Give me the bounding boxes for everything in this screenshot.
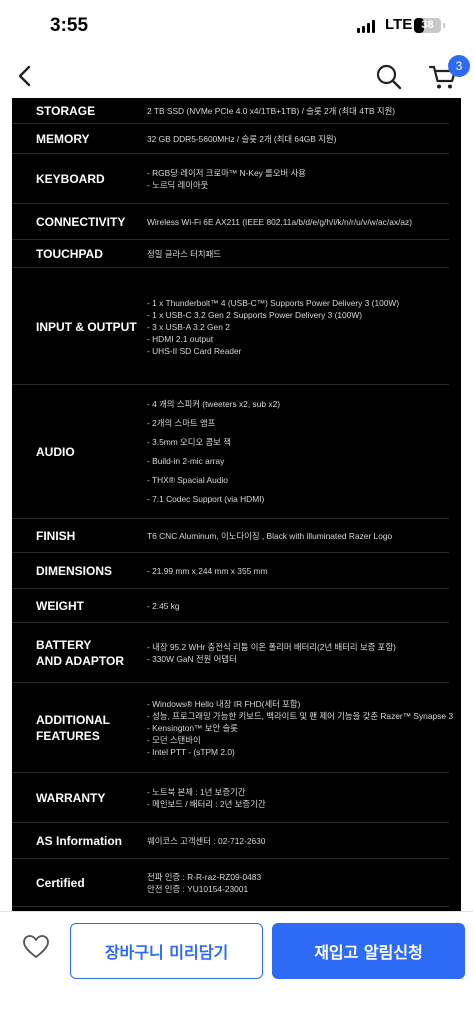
spec-values: - RGB당 레이저 크로마™ N-Key 롤오버 사용 - 노르딕 레이아웃: [147, 167, 447, 191]
spec-value: - 1 x USB-C 3.2 Gen 2 Supports Power Del…: [147, 310, 363, 320]
spec-value: Wireless Wi-Fi 6E AX211 (IEEE 802.11a/b/…: [147, 217, 413, 227]
spec-values: T6 CNC Aluminum, 이노다이징 , Black with illu…: [147, 530, 447, 542]
search-button[interactable]: [374, 62, 404, 92]
spec-value: - 내장 95.2 WHr 충전식 리튬 이온 폴리머 배터리(2년 배터리 보…: [147, 642, 396, 652]
spec-row: FINISH T6 CNC Aluminum, 이노다이징 , Black wit…: [12, 519, 449, 553]
spec-value: - 모던 스탠바이: [147, 735, 201, 745]
spec-row: WARRANTY - 노트북 본체 : 1년 보증기간 - 메인보드 / 배터리 :…: [12, 773, 449, 823]
status-time: 3:55: [50, 15, 89, 36]
spec-sheet: STORAGE 2 TB SSD (NVMe PCIe 4.0 x4/1TB+1T…: [12, 98, 461, 911]
spec-value: 전파 인증 : R-R-raz-RZ09-0483: [147, 872, 262, 882]
spec-row: INPUT & OUTPUT - 1 x Thunderbolt™ 4 (USB-…: [12, 268, 449, 385]
spec-value: - Kensington™ 보안 슬롯: [147, 723, 238, 733]
spec-value: - 3 x USB-A 3.2 Gen 2: [147, 322, 230, 332]
spec-value: - UHS-II SD Card Reader: [147, 346, 242, 356]
spec-value: - 성능, 프로그래밍 가능한 키보드, 백라이트 및 팬 제어 기능을 갖춘 …: [147, 711, 453, 721]
spec-values: - 4 개의 스피커 (tweeters x2, sub x2) - 2개의 스마…: [147, 395, 447, 509]
signal-icon: [357, 20, 375, 33]
spec-values: 32 GB DDR5-5600MHz / 슬롯 2개 (최대 64GB 지원): [147, 133, 447, 145]
spec-values: Wireless Wi-Fi 6E AX211 (IEEE 802.11a/b/…: [147, 216, 447, 228]
spec-row: STORAGE 2 TB SSD (NVMe PCIe 4.0 x4/1TB+1T…: [12, 98, 449, 124]
spec-values: 정밀 글라스 터치패드: [147, 248, 447, 260]
spec-value: - 메인보드 / 배터리 : 2년 보증기간: [147, 799, 266, 809]
spec-value: - 7.1 Codec Support (via HDMI): [147, 494, 265, 504]
spec-value: - 4 개의 스피커 (tweeters x2, sub x2): [147, 399, 281, 409]
spec-values: 웨이코스 고객센터 : 02-712-2630: [147, 835, 447, 847]
heart-icon: [23, 935, 49, 958]
spec-label: WEIGHT: [36, 599, 84, 613]
back-button[interactable]: [14, 62, 38, 90]
spec-label: BATTERY AND ADAPTOR: [36, 638, 125, 668]
spec-value: - 330W GaN 전원 어댑터: [147, 654, 237, 664]
spec-label: TOUCHPAD: [36, 247, 103, 261]
spec-label: WARRANTY: [36, 791, 106, 805]
spec-row: AS Information 웨이코스 고객센터 : 02-712-2630: [12, 823, 449, 859]
spec-value: - 2개의 스마트 앰프: [147, 418, 216, 428]
status-bar: 3:55 LTE 38: [0, 0, 473, 52]
spec-value: 2 TB SSD (NVMe PCIe 4.0 x4/1TB+1TB) / 슬롯…: [147, 106, 396, 116]
spec-values: - 2.45 kg: [147, 600, 447, 612]
network-label: LTE: [385, 16, 413, 33]
battery-percent: 38: [421, 19, 434, 31]
spec-label: AUDIO: [36, 445, 75, 459]
spec-row: WEIGHT - 2.45 kg: [12, 589, 449, 623]
spec-value: - 노르딕 레이아웃: [147, 180, 209, 190]
spec-values: - 노트북 본체 : 1년 보증기간 - 메인보드 / 배터리 : 2년 보증기간: [147, 786, 447, 810]
spec-value: - 21.99 mm x 244 mm x 355 mm: [147, 566, 268, 576]
spec-value: 정밀 글라스 터치패드: [147, 249, 221, 259]
spec-value: - 노트북 본체 : 1년 보증기간: [147, 787, 246, 797]
battery-cap: [443, 23, 445, 28]
add-to-cart-button[interactable]: 장바구니 미리담기: [70, 923, 263, 979]
spec-values: 전파 인증 : R-R-raz-RZ09-0483 안전 인증 : YU10154…: [147, 871, 447, 895]
spec-row: MEMORY 32 GB DDR5-5600MHz / 슬롯 2개 (최대 64G…: [12, 124, 449, 154]
spec-value: - Windows® Hello 내장 IR FHD(세터 포함): [147, 699, 301, 709]
spec-value: - Build-in 2-mic array: [147, 456, 225, 466]
spec-values: - 21.99 mm x 244 mm x 355 mm: [147, 565, 447, 577]
spec-label: AS Information: [36, 834, 122, 848]
spec-value: - THX® Spacial Audio: [147, 475, 228, 485]
spec-label: Certified: [36, 876, 85, 890]
bottom-action-bar: 장바구니 미리담기 재입고 알림신청: [0, 911, 473, 1024]
spec-label: DIMENSIONS: [36, 564, 113, 578]
search-icon: [376, 64, 402, 90]
spec-values: - 1 x Thunderbolt™ 4 (USB-C™) Supports P…: [147, 297, 447, 357]
spec-row: AUDIO - 4 개의 스피커 (tweeters x2, sub x2) - 2…: [12, 385, 449, 519]
spec-label: ADDITIONAL FEATURES: [36, 713, 110, 743]
spec-label: KEYBOARD: [36, 172, 105, 186]
spec-row: Certified 전파 인증 : R-R-raz-RZ09-0483 안전 인증 …: [12, 859, 449, 907]
restock-alert-button[interactable]: 재입고 알림신청: [272, 923, 465, 979]
spec-value: - 2.45 kg: [147, 601, 180, 611]
spec-row: BATTERY AND ADAPTOR - 내장 95.2 WHr 충전식 리튬 …: [12, 623, 449, 683]
spec-value: - RGB당 레이저 크로마™ N-Key 롤오버 사용: [147, 168, 307, 178]
chevron-left-icon: [18, 65, 31, 87]
battery-icon: 38: [414, 18, 441, 33]
top-nav: [0, 52, 473, 98]
spec-value: T6 CNC Aluminum, 이노다이징 , Black with illu…: [147, 531, 393, 541]
spec-value: 안전 인증 : YU10154-23001: [147, 884, 249, 894]
spec-row: TOUCHPAD 정밀 글라스 터치패드: [12, 240, 449, 268]
spec-value: 웨이코스 고객센터 : 02-712-2630: [147, 836, 266, 846]
spec-row: CONNECTIVITY Wireless Wi-Fi 6E AX211 (IEE…: [12, 204, 449, 240]
spec-value: - 3.5mm 오디오 콤보 잭: [147, 437, 231, 447]
spec-row: ADDITIONAL FEATURES - Windows® Hello 내장 I…: [12, 683, 453, 773]
spec-value: - Intel PTT - (sTPM 2.0): [147, 747, 235, 757]
spec-values: 2 TB SSD (NVMe PCIe 4.0 x4/1TB+1TB) / 슬롯…: [147, 105, 447, 117]
spec-value: - 1 x Thunderbolt™ 4 (USB-C™) Supports P…: [147, 298, 400, 308]
spec-value: 32 GB DDR5-5600MHz / 슬롯 2개 (최대 64GB 지원): [147, 134, 337, 144]
wishlist-button[interactable]: [22, 933, 50, 961]
spec-label: STORAGE: [36, 104, 96, 118]
spec-label: MEMORY: [36, 132, 90, 146]
spec-row: KEYBOARD - RGB당 레이저 크로마™ N-Key 롤오버 사용 - 노르…: [12, 154, 449, 204]
spec-row: DIMENSIONS - 21.99 mm x 244 mm x 355 mm: [12, 553, 449, 589]
spec-values: - Windows® Hello 내장 IR FHD(세터 포함) - 성능, 프…: [147, 698, 453, 758]
cart-count-badge: 3: [448, 55, 470, 77]
spec-label: FINISH: [36, 529, 76, 543]
spec-value: - HDMI 2.1 output: [147, 334, 214, 344]
spec-values: - 내장 95.2 WHr 충전식 리튬 이온 폴리머 배터리(2년 배터리 보…: [147, 641, 447, 665]
spec-label: CONNECTIVITY: [36, 215, 126, 229]
spec-label: INPUT & OUTPUT: [36, 320, 137, 334]
